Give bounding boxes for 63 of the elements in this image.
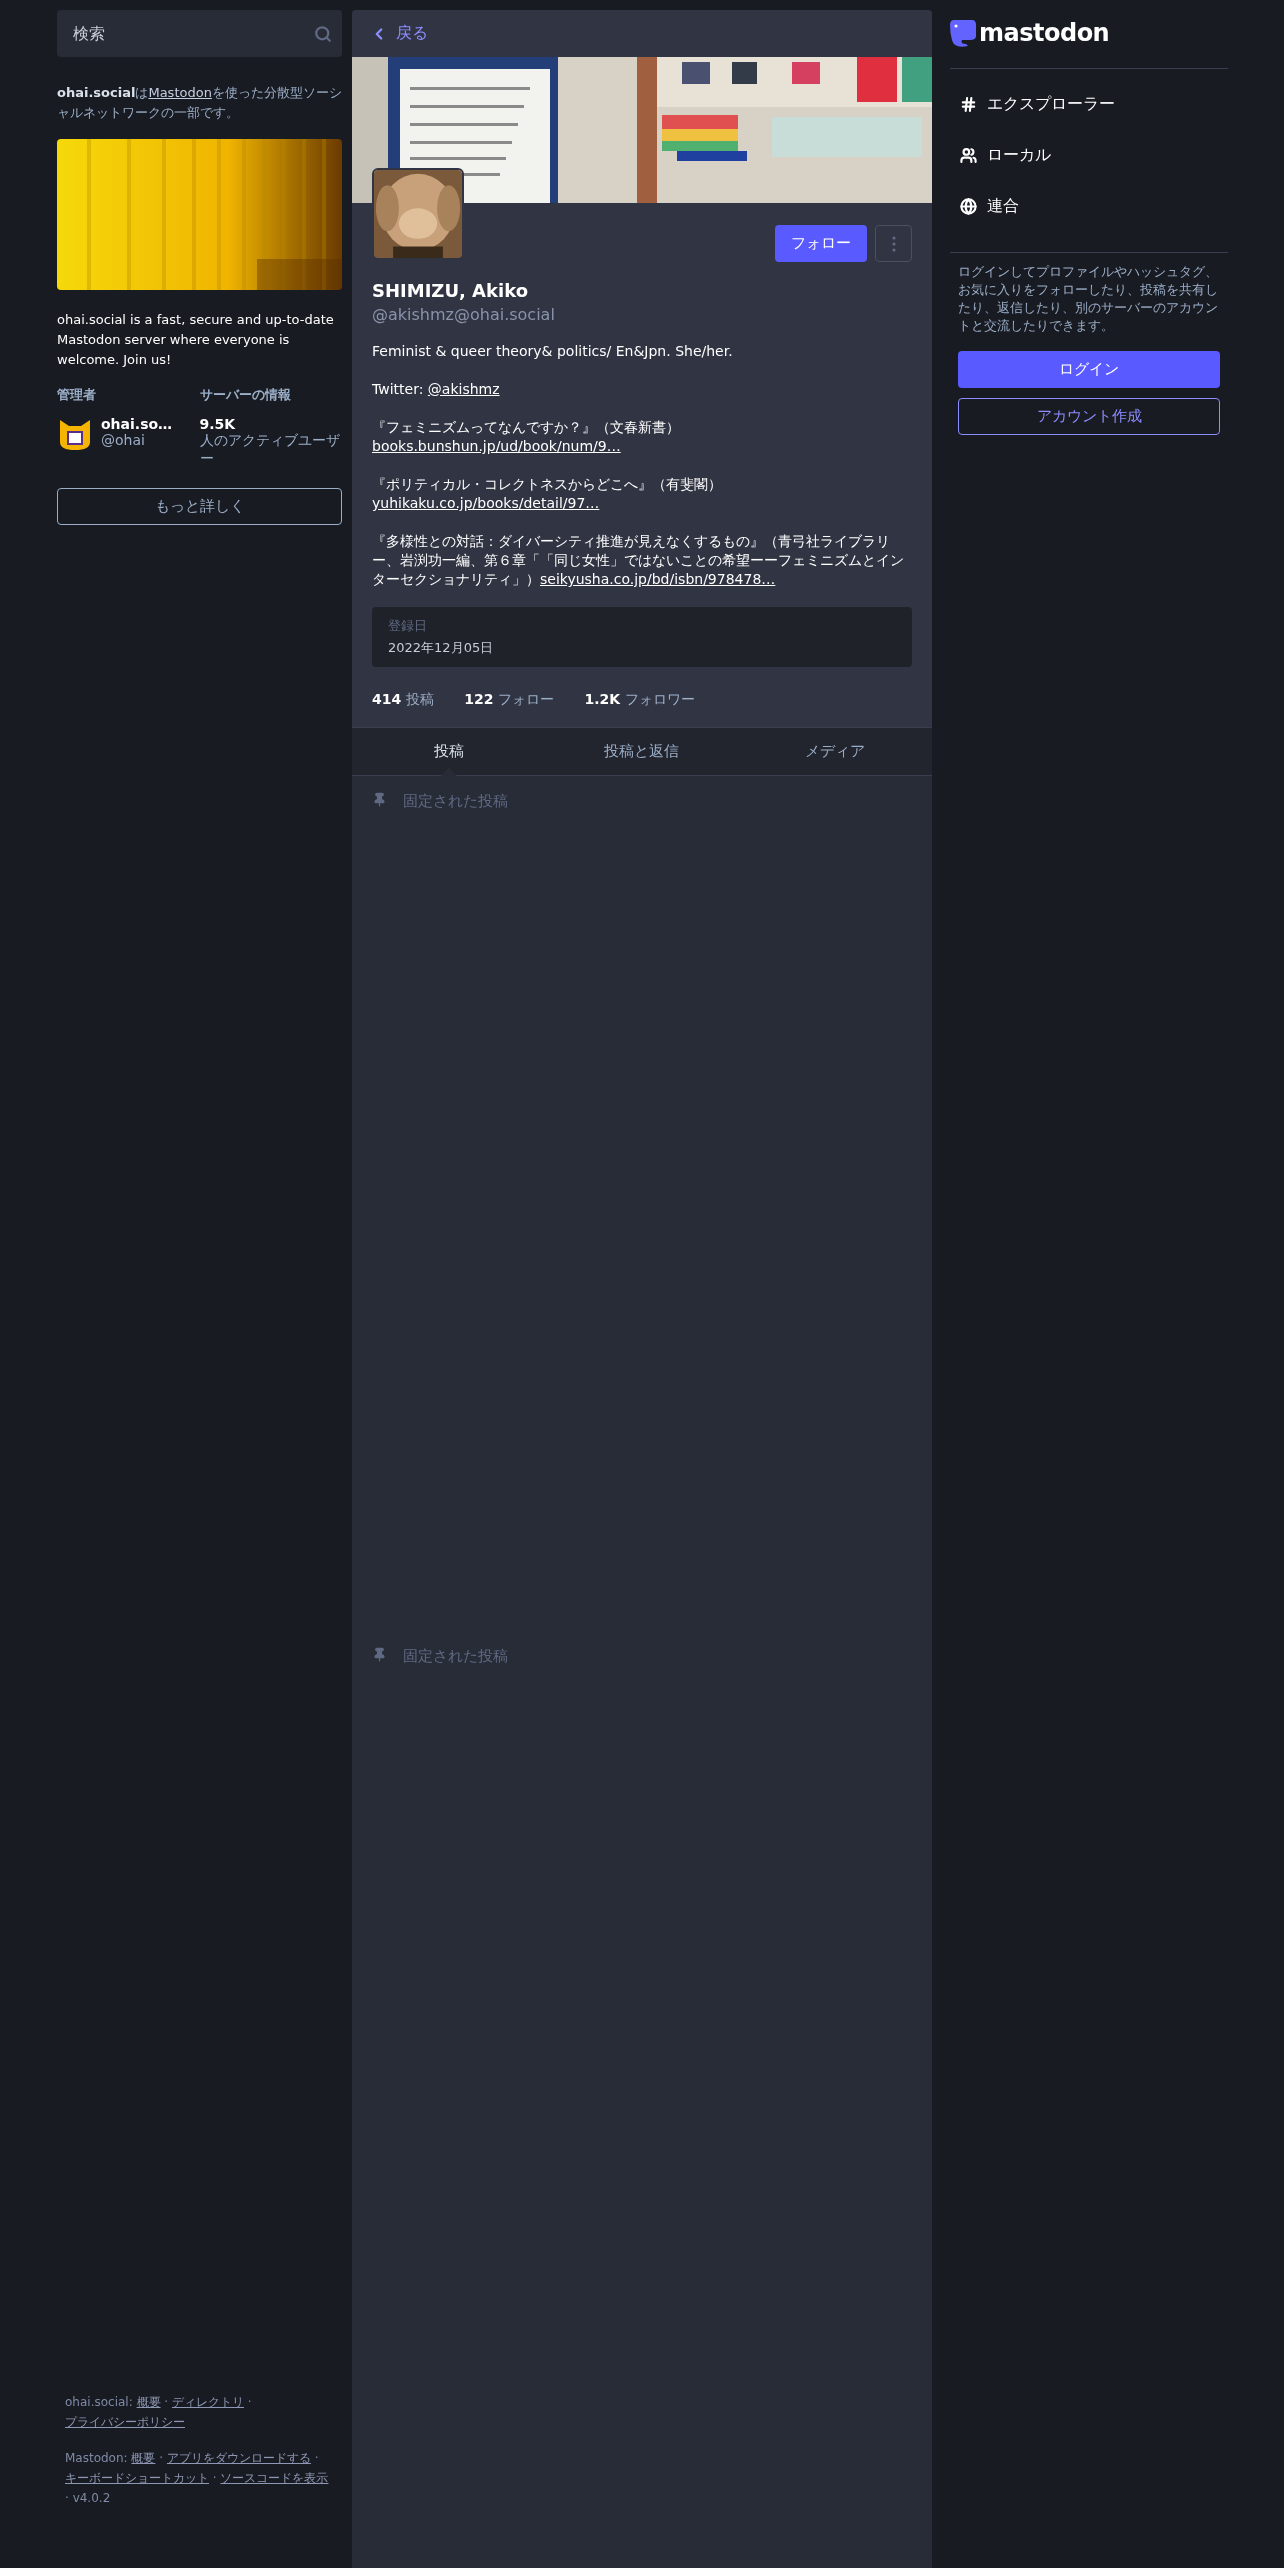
footer-links: Mastodon: 概要 · アプリをダウンロードする · キーボードショートカット · ソースコードを表示 · v4.0.2 [65,2450,330,2507]
profile-tab[interactable]: 投稿と返信 [545,728,739,775]
bio-paragraph: 『多様性との対話：ダイバーシティ推進が見えなくするもの』（青弓社ライブラリー、岩渕功一編、第６章「「同じ女性」ではないことの希望ーーフェミニズムとインターセクショナリティ」）seikyusha.co.jp/bd/isbn/978478… [372,532,905,589]
stat-count[interactable]: 414 [372,691,402,709]
nav-link[interactable]: ローカル [950,130,1228,181]
server-description: ohai.social is a fast, secure and up-to-date Mastodon server where everyone is welcome. Join us! [57,311,335,369]
search-field[interactable]: 検索 [57,10,342,57]
profile-tab[interactable]: 投稿 [352,728,546,775]
footer-link[interactable]: 概要 [131,2451,156,2465]
search-icon [314,24,332,43]
server-intro: ohai.socialはMastodonを使った分散型ソーシャルネットワークの一部です。 [57,84,342,122]
bio-link[interactable]: @akishmz [427,381,500,397]
hashtag-icon [960,96,977,113]
active-users-count: 9.5K [199,416,237,432]
footer-link[interactable]: キーボードショートカット [65,2471,209,2485]
footer-link[interactable]: アプリをダウンロードする [166,2451,311,2465]
active-users-label: 人のアクティブユーザー [199,432,341,468]
admin-name[interactable]: ohai.so… [101,416,173,432]
bio-paragraph: Feminist & queer theory& politics/ En&Jpn. She/her. [372,342,734,361]
bio-link[interactable]: seikyusha.co.jp/bd/isbn/978478… [540,571,776,587]
search-input[interactable]: 検索 [71,23,314,44]
account-handle: @akishmz@ohai.social [372,305,556,324]
stat-count[interactable]: 122 [464,691,494,709]
bio-link[interactable]: yuhikaku.co.jp/books/detail/97… [372,495,600,511]
footer-link[interactable]: ディレクトリ [172,2395,244,2409]
footer-link[interactable]: ソースコードを表示 [220,2471,329,2485]
joined-label: 登録日 [388,617,428,635]
learn-more-button[interactable]: もっと詳しく [57,488,342,525]
admin-handle: @ohai [101,432,146,448]
stat-label[interactable]: フォロー [498,691,555,709]
stat-label[interactable]: 投稿 [406,691,435,709]
dots-icon [891,235,896,252]
back-button[interactable]: 戻る [370,23,428,44]
globe-icon [960,198,977,215]
follow-button[interactable]: フォロー [775,225,867,262]
pinned-posts-heading: 固定された投稿 [403,792,508,811]
pinned-posts-heading: 固定された投稿 [403,1647,508,1666]
stat-count[interactable]: 1.2K [584,691,621,709]
pin-icon [372,792,387,807]
joined-date: 2022年12月05日 [388,639,495,657]
display-name: SHIMIZU, Akiko [372,280,530,301]
logo-wordmark: mastodon [979,19,1110,47]
footer-link[interactable]: 概要 [136,2395,161,2409]
more-options-button[interactable] [875,225,912,262]
nav-link[interactable]: 連合 [950,181,1228,232]
login-prompt: ログインしてプロファイルやハッシュタグ、お気に入りをフォローしたり、投稿を共有したり、返信したり、別のサーバーのアカウントと交流したりできます。 [958,263,1219,335]
bio-paragraph: 『フェミニズムってなんですか？』（文春新書） books.bunshun.jp/ud/book/num/9… [372,418,681,456]
users-icon [960,147,977,164]
bio-paragraph: 『ポリティカル・コレクトネスからどこへ』（有斐閣） yuhikaku.co.jp/books/detail/97… [372,475,723,513]
server-info-heading: サーバーの情報 [199,386,292,404]
nav-link[interactable]: エクスプローラー [950,79,1228,130]
pin-icon [372,1647,387,1662]
stat-label[interactable]: フォロワー [625,691,696,709]
footer-links: ohai.social: 概要 · ディレクトリ · プライバシーポリシー [65,2394,253,2431]
admin-heading: 管理者 [57,386,97,404]
bio-link[interactable]: books.bunshun.jp/ud/book/num/9… [372,438,621,454]
bio-paragraph: Twitter: @akishmz [372,380,501,399]
footer-link[interactable]: プライバシーポリシー [65,2415,185,2429]
mastodon-link[interactable]: Mastodon [148,85,212,100]
signup-button[interactable]: アカウント作成 [958,398,1220,435]
logo-icon [950,18,976,48]
profile-tab[interactable]: メディア [738,728,932,775]
login-button[interactable]: ログイン [958,351,1220,388]
